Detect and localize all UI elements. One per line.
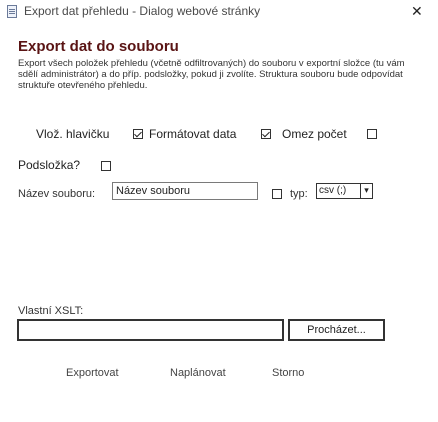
title-bar: Export dat přehledu - Dialog webové strá…	[0, 0, 438, 24]
header-checkbox[interactable]	[133, 129, 143, 139]
xslt-input[interactable]	[17, 319, 284, 341]
limit-checkbox[interactable]	[367, 129, 377, 139]
description-text: Export všech položek přehledu (včetně od…	[18, 58, 405, 91]
close-icon[interactable]: ✕	[411, 3, 423, 20]
filename-label: Název souboru:	[18, 188, 96, 200]
type-select-value: csv (;)	[319, 185, 347, 196]
page-title: Export dat do souboru	[18, 38, 179, 55]
format-checkbox[interactable]	[261, 129, 271, 139]
filename-input[interactable]	[112, 182, 258, 200]
type-label: typ:	[290, 188, 308, 200]
subfolder-checkbox[interactable]	[101, 161, 111, 171]
chevron-down-icon[interactable]: ▾	[360, 184, 372, 198]
format-checkbox-label: Formátovat data	[149, 127, 237, 141]
browse-button[interactable]: Procházet...	[288, 319, 385, 341]
limit-checkbox-label: Omez počet	[282, 127, 347, 141]
type-select[interactable]: csv (;) ▾	[316, 183, 373, 199]
cancel-button[interactable]: Storno	[272, 367, 304, 379]
export-button[interactable]: Exportovat	[66, 367, 119, 379]
schedule-button[interactable]: Naplánovat	[170, 367, 226, 379]
window-title: Export dat přehledu - Dialog webové strá…	[24, 4, 261, 18]
header-checkbox-label: Vlož. hlavičku	[36, 127, 110, 141]
xslt-label: Vlastní XSLT:	[18, 305, 84, 317]
page-icon	[7, 5, 17, 18]
subfolder-checkbox-label: Podsložka?	[18, 158, 81, 172]
type-checkbox[interactable]	[272, 189, 282, 199]
